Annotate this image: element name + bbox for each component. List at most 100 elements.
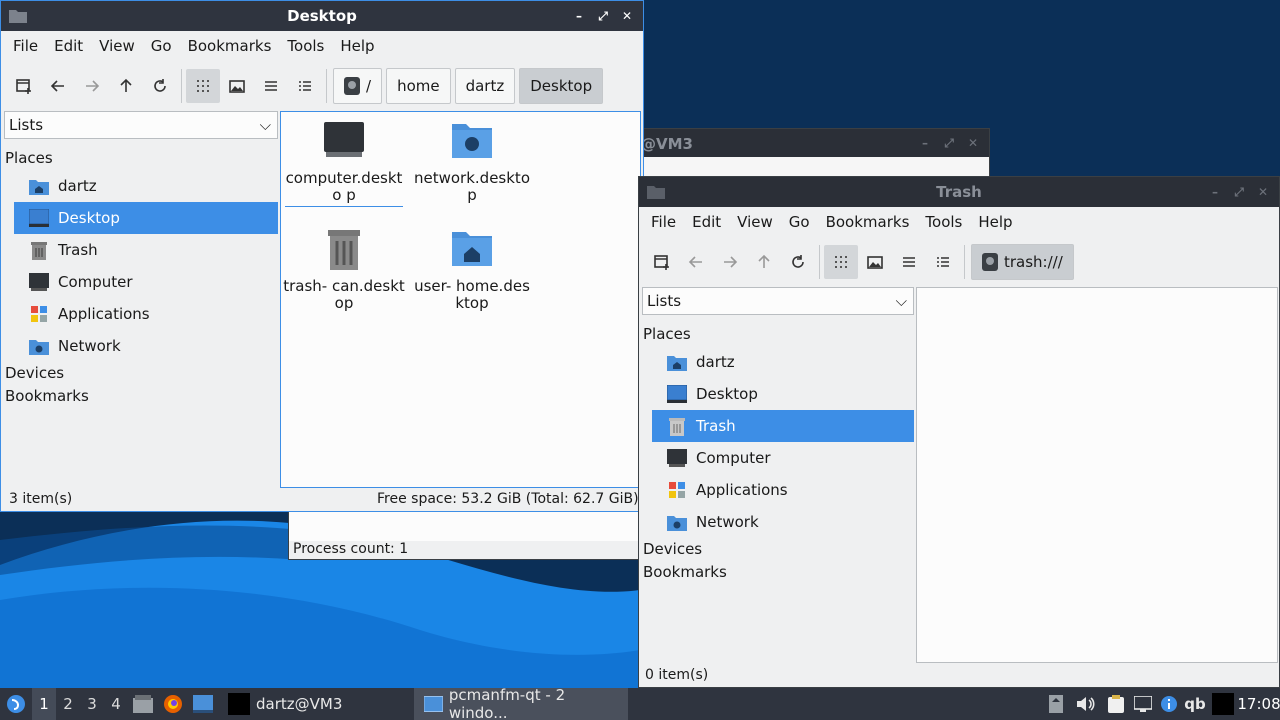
menu-tools[interactable]: Tools xyxy=(917,207,970,237)
tray-volume[interactable] xyxy=(1070,688,1102,720)
tray-terminal[interactable] xyxy=(1208,688,1238,720)
back-button[interactable] xyxy=(41,69,75,103)
sidebar-item-dartz[interactable]: dartz xyxy=(652,346,914,378)
trash-menubar: File Edit View Go Bookmarks Tools Help xyxy=(639,207,1279,237)
sidebar-item-trash[interactable]: Trash xyxy=(14,234,278,266)
menu-help[interactable]: Help xyxy=(970,207,1020,237)
side-pane-mode-select[interactable]: Lists ⌵ xyxy=(4,111,278,139)
minimize-icon[interactable]: – xyxy=(569,6,589,26)
sidebar-item-computer[interactable]: Computer xyxy=(652,442,914,474)
bookmarks-heading[interactable]: Bookmarks xyxy=(4,385,278,408)
icon-view-button[interactable] xyxy=(824,245,858,279)
maximize-icon[interactable]: ⤢ xyxy=(939,133,959,153)
sidebar-item-dartz[interactable]: dartz xyxy=(14,170,278,202)
back-button[interactable] xyxy=(679,245,713,279)
sidebar-item-desktop[interactable]: Desktop xyxy=(652,378,914,410)
start-menu-button[interactable] xyxy=(0,688,32,720)
close-icon[interactable]: ✕ xyxy=(963,133,983,153)
menu-help[interactable]: Help xyxy=(332,31,382,61)
clock[interactable]: 17:08 xyxy=(1237,688,1280,720)
desktop-switch-2[interactable]: 2 xyxy=(56,688,80,720)
desktop-switch-3[interactable]: 3 xyxy=(80,688,104,720)
new-tab-button[interactable] xyxy=(645,245,679,279)
task-terminal[interactable]: dartz@VM3 xyxy=(218,688,414,720)
thumbnail-view-button[interactable] xyxy=(858,245,892,279)
sidebar-item-computer[interactable]: Computer xyxy=(14,266,278,298)
new-tab-button[interactable] xyxy=(7,69,41,103)
menu-view[interactable]: View xyxy=(729,207,781,237)
menu-file[interactable]: File xyxy=(643,207,684,237)
compact-view-button[interactable] xyxy=(892,245,926,279)
file-computer-desktop[interactable]: computer.deskto p xyxy=(283,120,405,207)
menu-go[interactable]: Go xyxy=(781,207,818,237)
forward-button[interactable] xyxy=(713,245,747,279)
sidebar-item-network[interactable]: Network xyxy=(14,330,278,362)
breadcrumb-dartz[interactable]: dartz xyxy=(454,68,516,104)
devices-heading[interactable]: Devices xyxy=(642,538,914,561)
detail-view-button[interactable] xyxy=(926,245,960,279)
maximize-icon[interactable]: ⤢ xyxy=(593,6,613,26)
bookmarks-heading[interactable]: Bookmarks xyxy=(642,561,914,584)
desktop-window-titlebar[interactable]: Desktop – ⤢ ✕ xyxy=(1,1,643,31)
minimize-icon[interactable]: – xyxy=(915,133,935,153)
sidebar-item-network[interactable]: Network xyxy=(652,506,914,538)
icon-view-button[interactable] xyxy=(186,69,220,103)
sidebar-item-applications[interactable]: Applications xyxy=(652,474,914,506)
menu-edit[interactable]: Edit xyxy=(684,207,729,237)
thumbnail-view-button[interactable] xyxy=(220,69,254,103)
sidebar-item-applications[interactable]: Applications xyxy=(14,298,278,330)
tray-usb[interactable] xyxy=(1042,688,1070,720)
new-tab-icon xyxy=(654,255,669,270)
file-user-home-desktop[interactable]: user- home.desktop xyxy=(411,228,533,312)
task-pcmanfm[interactable]: pcmanfm-qt - 2 windo... xyxy=(414,686,628,720)
breadcrumb-desktop[interactable]: Desktop xyxy=(519,68,604,104)
trash-window[interactable]: Trash – ⤢ ✕ File Edit View Go Bookmarks … xyxy=(638,176,1280,688)
menu-bookmarks[interactable]: Bookmarks xyxy=(818,207,918,237)
detail-view-button[interactable] xyxy=(288,69,322,103)
breadcrumb-home[interactable]: home xyxy=(386,68,451,104)
compact-view-button[interactable] xyxy=(254,69,288,103)
menu-file[interactable]: File xyxy=(5,31,46,61)
menu-view[interactable]: View xyxy=(91,31,143,61)
menu-edit[interactable]: Edit xyxy=(46,31,91,61)
places-heading[interactable]: Places xyxy=(642,323,914,346)
quicklaunch-files[interactable] xyxy=(128,688,158,720)
desktop-window[interactable]: Desktop – ⤢ ✕ File Edit View Go Bookmark… xyxy=(0,0,644,512)
maximize-icon[interactable]: ⤢ xyxy=(1229,182,1249,202)
close-icon[interactable]: ✕ xyxy=(1253,182,1273,202)
process-count-status: Process count: 1 xyxy=(293,541,409,557)
quicklaunch-desktop[interactable] xyxy=(188,688,218,720)
side-pane-mode-select[interactable]: Lists ⌵ xyxy=(642,287,914,315)
close-icon[interactable]: ✕ xyxy=(617,6,637,26)
up-button[interactable] xyxy=(747,245,781,279)
applications-icon xyxy=(28,303,50,325)
trash-window-titlebar[interactable]: Trash – ⤢ ✕ xyxy=(639,177,1279,207)
breadcrumb-root[interactable]: / xyxy=(333,68,383,104)
new-tab-icon xyxy=(16,79,31,94)
desktop-file-view[interactable]: computer.deskto p network.desktop trash-… xyxy=(280,111,641,488)
tray-notifications[interactable] xyxy=(1156,688,1182,720)
tray-qbittorrent[interactable]: qb xyxy=(1182,688,1208,720)
desktop-switch-1[interactable]: 1 xyxy=(32,688,56,720)
minimize-icon[interactable]: – xyxy=(1205,182,1225,202)
tray-screen[interactable] xyxy=(1130,688,1156,720)
devices-heading[interactable]: Devices xyxy=(4,362,278,385)
sidebar-item-trash[interactable]: Trash xyxy=(652,410,914,442)
desktop-switch-4[interactable]: 4 xyxy=(104,688,128,720)
reload-button[interactable] xyxy=(143,69,177,103)
up-button[interactable] xyxy=(109,69,143,103)
quicklaunch-firefox[interactable] xyxy=(158,688,188,720)
breadcrumb-trash[interactable]: trash:/// xyxy=(971,244,1074,280)
arrow-right-icon xyxy=(724,256,738,268)
file-network-desktop[interactable]: network.desktop xyxy=(411,120,533,204)
menu-bookmarks[interactable]: Bookmarks xyxy=(180,31,280,61)
forward-button[interactable] xyxy=(75,69,109,103)
trash-file-view[interactable] xyxy=(916,287,1278,663)
menu-tools[interactable]: Tools xyxy=(279,31,332,61)
places-heading[interactable]: Places xyxy=(4,147,278,170)
menu-go[interactable]: Go xyxy=(143,31,180,61)
sidebar-item-desktop[interactable]: Desktop xyxy=(14,202,278,234)
tray-clipboard[interactable] xyxy=(1102,688,1130,720)
reload-button[interactable] xyxy=(781,245,815,279)
file-trash-can-desktop[interactable]: trash- can.desktop xyxy=(283,228,405,312)
